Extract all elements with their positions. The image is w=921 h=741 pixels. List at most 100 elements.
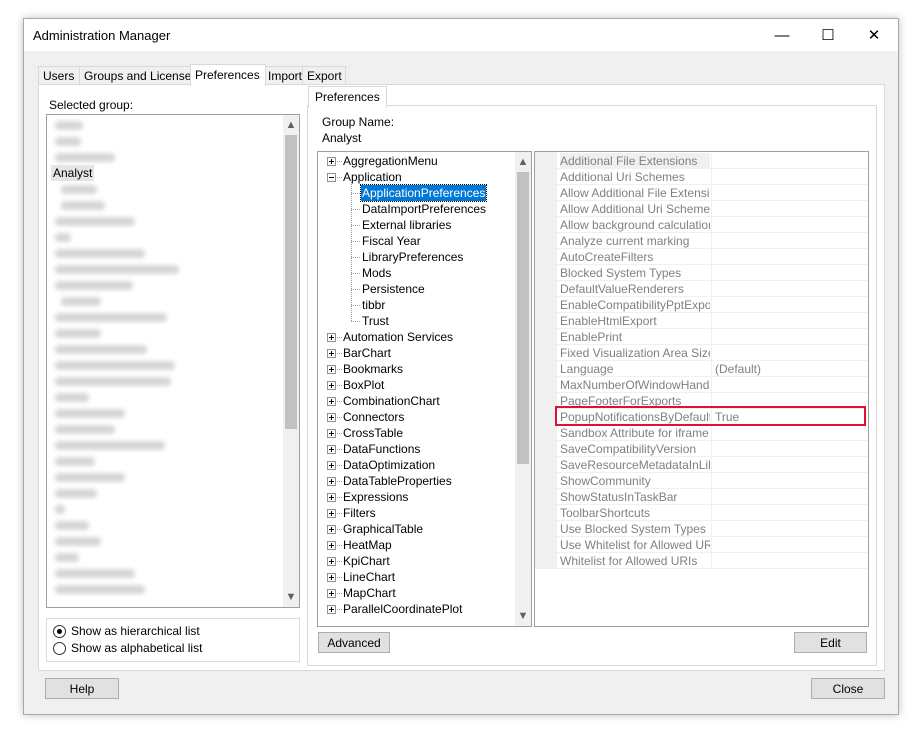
radio-hierarchical-label[interactable]: Show as hierarchical list — [71, 624, 200, 638]
expand-plus-icon[interactable] — [327, 477, 336, 486]
property-value[interactable]: (Default) — [711, 361, 868, 377]
scroll-down-icon[interactable]: ▼ — [283, 589, 299, 605]
property-value[interactable] — [711, 169, 868, 185]
tree-item[interactable]: Connectors — [318, 409, 514, 425]
expand-plus-icon[interactable] — [327, 445, 336, 454]
tree-item[interactable]: DataTableProperties — [318, 473, 514, 489]
property-value[interactable] — [711, 553, 868, 569]
property-value[interactable] — [711, 425, 868, 441]
property-row[interactable]: SaveCompatibilityVersion — [535, 441, 868, 457]
expand-plus-icon[interactable] — [327, 349, 336, 358]
property-row[interactable]: Blocked System Types — [535, 265, 868, 281]
minimize-icon[interactable]: — — [759, 19, 805, 51]
tab-import[interactable]: Import — [263, 66, 306, 85]
group-item-analyst[interactable]: Analyst — [51, 165, 95, 181]
property-row[interactable]: Sandbox Attribute for iframe Cor — [535, 425, 868, 441]
property-value[interactable] — [711, 377, 868, 393]
expand-plus-icon[interactable] — [327, 429, 336, 438]
radio-alphabetical[interactable] — [53, 642, 66, 655]
tree-item[interactable]: MapChart — [318, 585, 514, 601]
property-row[interactable]: Use Blocked System Types — [535, 521, 868, 537]
expand-plus-icon[interactable] — [327, 413, 336, 422]
collapse-minus-icon[interactable] — [327, 173, 336, 182]
close-button[interactable]: Close — [811, 678, 885, 699]
property-value[interactable] — [711, 345, 868, 361]
tree-item[interactable]: Automation Services — [318, 329, 514, 345]
tree-scroll-down-icon[interactable]: ▼ — [515, 608, 531, 624]
property-row[interactable]: SaveResourceMetadataInLibrar — [535, 457, 868, 473]
tree-item[interactable]: Trust — [318, 313, 514, 329]
property-value[interactable] — [711, 185, 868, 201]
tree-scroll-up-icon[interactable]: ▲ — [515, 154, 531, 170]
expand-plus-icon[interactable] — [327, 541, 336, 550]
expand-plus-icon[interactable] — [327, 509, 336, 518]
expand-plus-icon[interactable] — [327, 397, 336, 406]
property-row[interactable]: AutoCreateFilters — [535, 249, 868, 265]
help-button[interactable]: Help — [45, 678, 119, 699]
tree-item[interactable]: BoxPlot — [318, 377, 514, 393]
property-row[interactable]: Allow background calculations f — [535, 217, 868, 233]
property-row[interactable]: ShowStatusInTaskBar — [535, 489, 868, 505]
property-row[interactable]: EnableHtmlExport — [535, 313, 868, 329]
property-value[interactable] — [711, 537, 868, 553]
tree-scroll-thumb[interactable] — [517, 172, 529, 464]
scroll-thumb[interactable] — [285, 135, 297, 429]
tree-item[interactable]: GraphicalTable — [318, 521, 514, 537]
tree-item[interactable]: Persistence — [318, 281, 514, 297]
expand-plus-icon[interactable] — [327, 461, 336, 470]
property-value[interactable] — [711, 265, 868, 281]
property-row[interactable]: Whitelist for Allowed URIs — [535, 553, 868, 569]
property-row[interactable]: ToolbarShortcuts — [535, 505, 868, 521]
property-value[interactable] — [711, 489, 868, 505]
property-value[interactable] — [711, 505, 868, 521]
tree-item[interactable]: CrossTable — [318, 425, 514, 441]
expand-plus-icon[interactable] — [327, 157, 336, 166]
tab-export[interactable]: Export — [302, 66, 346, 85]
expand-plus-icon[interactable] — [327, 573, 336, 582]
property-value[interactable] — [711, 201, 868, 217]
property-value[interactable] — [711, 233, 868, 249]
expand-plus-icon[interactable] — [327, 381, 336, 390]
group-list[interactable]: Analyst ▲ ▼ — [46, 114, 300, 608]
tree-item[interactable]: ApplicationPreferences — [318, 184, 514, 202]
expand-plus-icon[interactable] — [327, 589, 336, 598]
tree-item[interactable]: HeatMap — [318, 537, 514, 553]
tree-item[interactable]: BarChart — [318, 345, 514, 361]
property-row[interactable]: MaxNumberOfWindowHandles — [535, 377, 868, 393]
property-value[interactable] — [711, 313, 868, 329]
property-row[interactable]: Fixed Visualization Area Sizes — [535, 345, 868, 361]
tree-item[interactable]: DataOptimization — [318, 457, 514, 473]
tree-item[interactable]: Expressions — [318, 489, 514, 505]
property-row[interactable]: Language (Default) — [535, 361, 868, 377]
property-value[interactable] — [711, 521, 868, 537]
radio-alphabetical-label[interactable]: Show as alphabetical list — [71, 641, 202, 655]
property-value[interactable] — [711, 329, 868, 345]
property-value[interactable] — [711, 457, 868, 473]
tab-preferences[interactable]: Preferences — [190, 64, 266, 86]
property-value[interactable] — [711, 153, 868, 169]
property-row[interactable]: Allow Additional Uri Schemes — [535, 201, 868, 217]
tree-item[interactable]: AggregationMenu — [318, 153, 514, 169]
group-list-scrollbar[interactable]: ▲ ▼ — [283, 115, 299, 607]
tree-scrollbar[interactable]: ▲ ▼ — [515, 152, 531, 626]
tree-item[interactable]: Filters — [318, 505, 514, 521]
tree-item[interactable]: CombinationChart — [318, 393, 514, 409]
property-value[interactable] — [711, 281, 868, 297]
tree-item[interactable]: Bookmarks — [318, 361, 514, 377]
radio-hierarchical[interactable] — [53, 625, 66, 638]
close-icon[interactable]: ✕ — [851, 19, 897, 51]
property-row[interactable]: Allow Additional File Extensions — [535, 185, 868, 201]
tree-item[interactable]: Mods — [318, 265, 514, 281]
tab-users[interactable]: Users — [38, 66, 80, 85]
tree-item[interactable]: LineChart — [318, 569, 514, 585]
expand-plus-icon[interactable] — [327, 365, 336, 374]
expand-plus-icon[interactable] — [327, 557, 336, 566]
property-row[interactable]: Analyze current marking — [535, 233, 868, 249]
expand-plus-icon[interactable] — [327, 525, 336, 534]
maximize-icon[interactable]: ☐ — [805, 19, 851, 51]
property-row[interactable]: EnablePrint — [535, 329, 868, 345]
expand-plus-icon[interactable] — [327, 605, 336, 614]
tab-groups-and-licenses[interactable]: Groups and Licenses — [79, 66, 197, 85]
edit-button[interactable]: Edit — [794, 632, 867, 653]
tree-item[interactable]: External libraries — [318, 217, 514, 233]
